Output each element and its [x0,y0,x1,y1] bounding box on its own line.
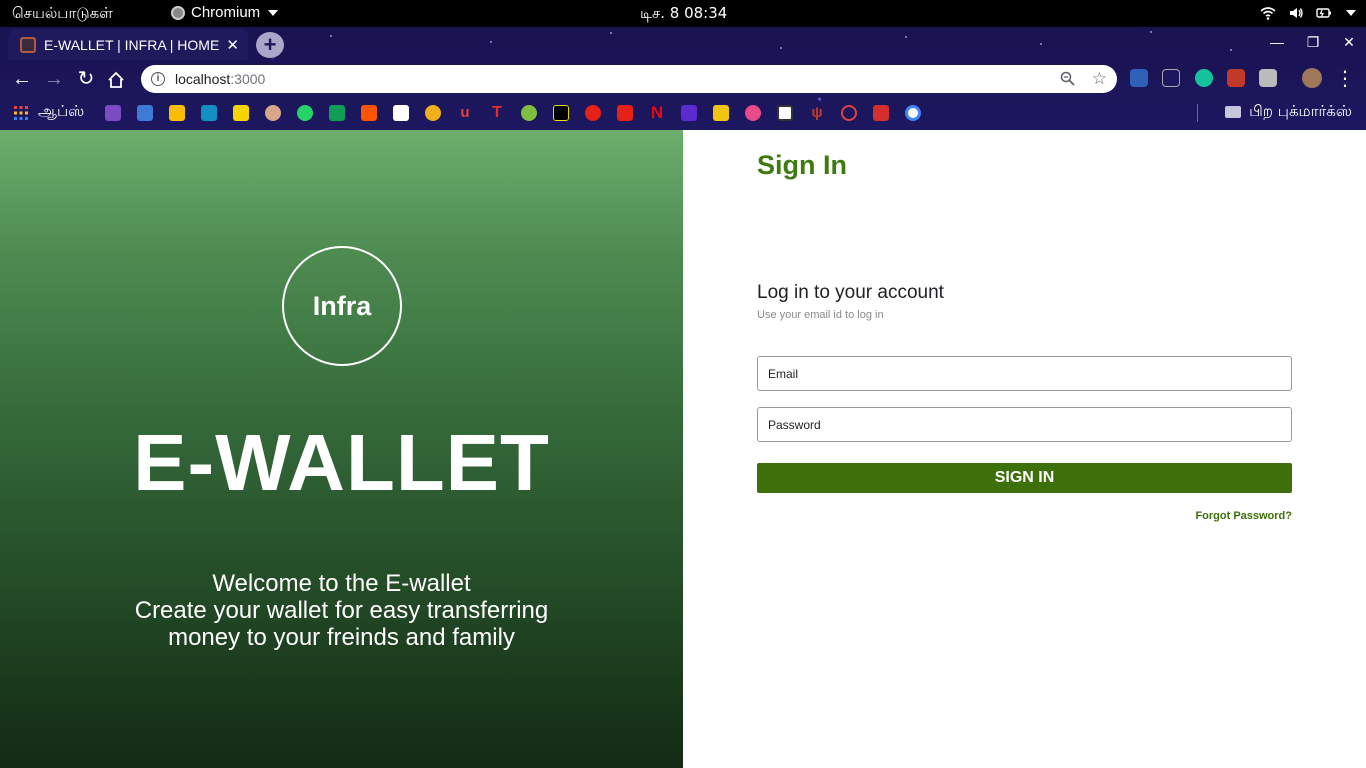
bookmark-icon[interactable] [137,105,153,121]
apps-grid-icon[interactable] [13,105,29,121]
os-top-bar: செயல்பாடுகள் Chromium டிச. 8 08:34 [0,0,1366,27]
tab-title: E-WALLET | INFRA | HOME [44,36,219,53]
site-favicon-icon [20,36,36,53]
star-decoration [610,32,612,34]
bookmark-icon[interactable] [105,105,121,121]
camera-icon[interactable] [1259,69,1277,87]
extension-icon[interactable] [1130,69,1148,87]
info-icon[interactable]: i [151,72,165,86]
bing-icon[interactable] [201,105,217,121]
hero-panel: Infra E-WALLET Welcome to the E-wallet C… [0,130,683,768]
caret-down-icon [268,9,279,16]
sheets-icon[interactable] [329,105,345,121]
close-window-icon[interactable]: ✕ [1342,34,1356,51]
star-decoration [780,47,782,49]
welcome-line: Create your wallet for easy transferring [134,597,549,624]
star-decoration [330,35,332,37]
bookmark-icon[interactable] [553,105,569,121]
chromium-icon [171,5,185,20]
bookmark-icon[interactable] [873,105,889,121]
bookmark-icon[interactable] [841,105,857,121]
brand-title: E-WALLET [133,418,550,507]
new-tab-button[interactable]: + [256,32,284,58]
bookmark-icon[interactable]: ψ [809,105,825,121]
bookmark-icon[interactable] [393,105,409,121]
youtube-icon[interactable] [617,105,633,121]
login-panel: Sign In Log in to your account Use your … [683,130,1366,768]
star-decoration [905,36,907,38]
restore-icon[interactable]: ❐ [1306,34,1320,51]
bookmarks-divider [1197,104,1198,122]
reload-icon[interactable]: ↻ [74,67,98,91]
volume-icon [1290,8,1303,18]
netflix-icon[interactable]: N [649,104,665,121]
app-menu-label: Chromium [191,4,261,21]
browser-chrome: E-WALLET | INFRA | HOME ✕ + — ❐ ✕ ← → ↻ … [0,27,1366,130]
bookmark-star-icon[interactable]: ☆ [1092,69,1107,89]
other-bookmarks-label: பிற புக்மார்க்ஸ் [1249,102,1352,120]
welcome-message: Welcome to the E-wallet Create your wall… [0,570,683,651]
url-port: :3000 [230,71,266,87]
youtube-music-icon[interactable] [585,105,601,121]
logo-text: Infra [312,290,372,321]
activities-button[interactable]: செயல்பாடுகள் [12,4,113,24]
grammarly-icon[interactable] [1195,69,1213,87]
bookmarks-bar: ஆப்ஸ் u T N ψ பிற புக்மார்க்ஸ் [0,97,1366,129]
forgot-password-link[interactable]: Forgot Password? [1195,510,1292,522]
google-ads-icon[interactable] [169,105,185,121]
wifi-icon [1260,7,1276,20]
form-heading: Log in to your account [757,282,944,303]
welcome-line: money to your freinds and family [168,624,515,651]
form-subheading: Use your email id to log in [757,309,884,321]
bookmark-icon[interactable] [521,105,537,121]
caret-down-icon [1346,10,1356,16]
star-decoration [490,41,492,43]
browser-toolbar: ← → ↻ i localhost:3000 ☆ ⋮ [0,63,1366,95]
google-icon[interactable] [905,105,921,121]
system-tray[interactable] [1260,5,1356,21]
battery-icon [1316,8,1331,18]
minimize-icon[interactable]: — [1270,34,1284,51]
profile-avatar[interactable] [1302,68,1322,88]
close-tab-icon[interactable]: ✕ [226,36,239,54]
star-decoration [1040,43,1042,45]
soundcloud-icon[interactable] [361,105,377,121]
bookmark-icon[interactable] [745,105,761,121]
bookmark-icon[interactable] [777,105,793,121]
browser-tab[interactable]: E-WALLET | INFRA | HOME ✕ [8,29,248,60]
welcome-line: Welcome to the E-wallet [212,570,471,597]
page-title: Sign In [757,150,847,180]
zoom-icon[interactable] [1060,71,1075,86]
bookmark-icon[interactable] [713,105,729,121]
star-decoration [1230,49,1232,51]
app-menu[interactable]: Chromium [171,4,279,21]
extension-icon[interactable] [1227,69,1245,87]
star-decoration [1150,31,1152,33]
whatsapp-icon[interactable] [297,105,313,121]
web-page: Infra E-WALLET Welcome to the E-wallet C… [0,130,1366,768]
sign-in-button[interactable]: SIGN IN [757,463,1292,493]
home-icon[interactable] [107,71,125,89]
bookmark-icon[interactable] [425,105,441,121]
logo-circle: Infra [282,246,402,366]
address-bar[interactable]: i localhost:3000 ☆ [141,65,1117,93]
bookmark-icon[interactable]: T [489,105,505,121]
voot-icon[interactable] [681,105,697,121]
extension-icon[interactable] [1162,69,1180,87]
other-bookmarks[interactable]: பிற புக்மார்க்ஸ் [1225,102,1352,122]
email-field[interactable] [757,356,1292,391]
apps-label[interactable]: ஆப்ஸ் [38,102,84,122]
bookmark-icon[interactable] [233,105,249,121]
clock[interactable]: டிச. 8 08:34 [640,4,727,24]
udemy-icon[interactable]: u [457,105,473,121]
bookmark-icon[interactable] [265,105,281,121]
back-arrow-icon[interactable]: ← [10,67,34,91]
password-field[interactable] [757,407,1292,442]
window-controls: — ❐ ✕ [1270,34,1356,51]
kebab-menu-icon[interactable]: ⋮ [1333,67,1357,91]
folder-icon [1225,106,1242,118]
forward-arrow-icon[interactable]: → [42,67,66,91]
url-host: localhost [175,71,231,87]
